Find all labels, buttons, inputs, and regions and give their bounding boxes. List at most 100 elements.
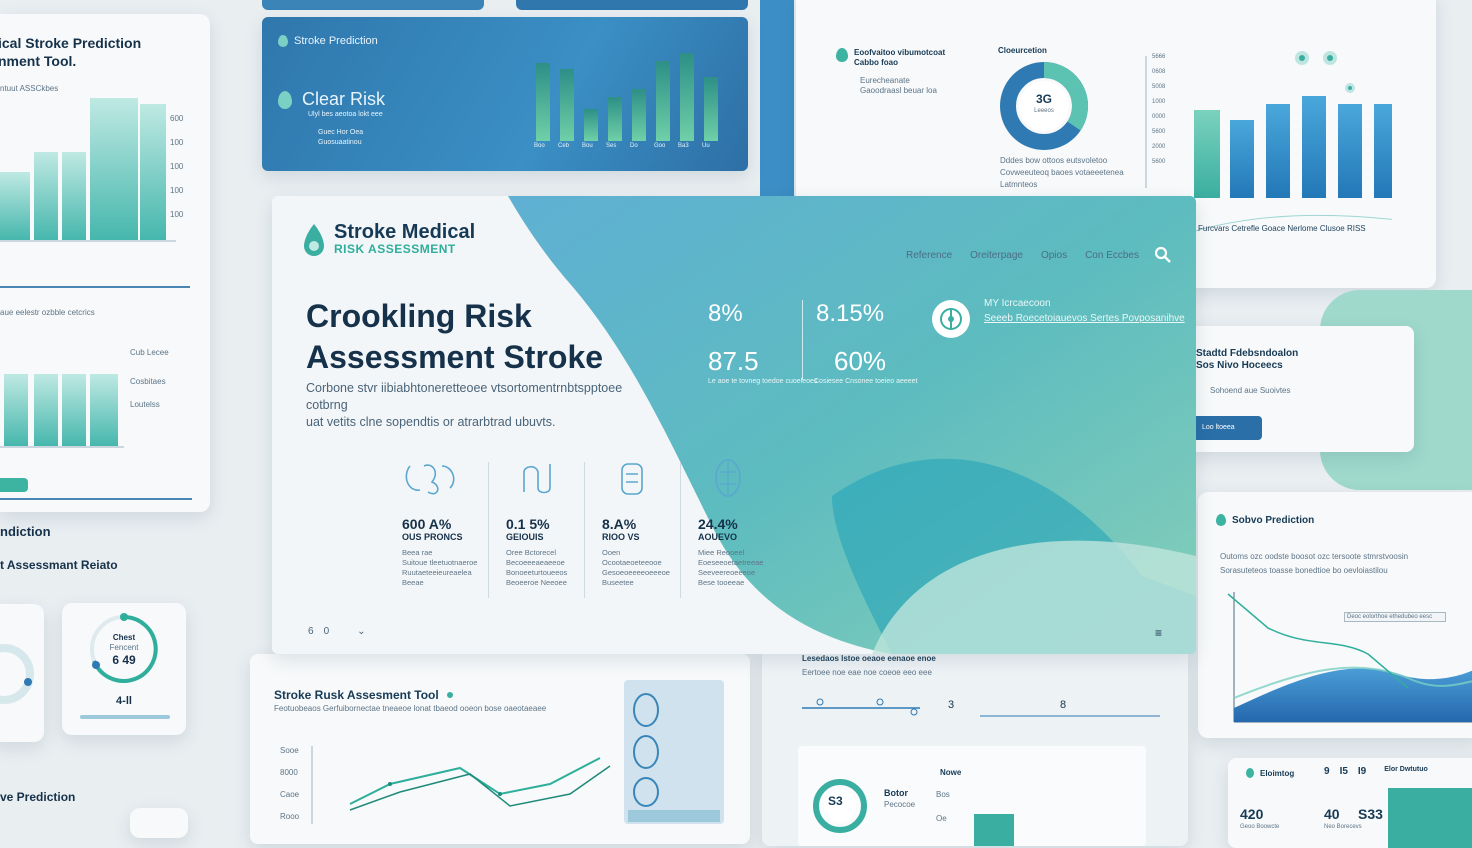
brand-title: Stroke Medical <box>334 221 476 243</box>
metric-value: 8.A% <box>602 516 637 532</box>
metric-divider <box>488 462 489 598</box>
brand-logo-row[interactable]: Stroke Medical RISK ASSESSMENT <box>302 222 475 256</box>
br-value-a: 420 <box>1240 806 1264 822</box>
left-bar-2 <box>34 152 58 240</box>
drop-icon <box>1216 514 1226 526</box>
chart-right-legend: Deoc eolorthoe ethedubeo eesc <box>1344 612 1446 622</box>
chevron-down-icon[interactable]: ⌄ <box>357 626 365 637</box>
br-value: Elor Dwtutuo <box>1384 766 1428 773</box>
stat-separator <box>802 300 803 380</box>
tr-bar <box>1302 96 1326 198</box>
metric-label: Seeveereoeeeoe <box>698 568 756 577</box>
y-tick: Caoe <box>280 790 300 799</box>
blue-x-labels: Boo Ceb Bou Ses Do Goo Ba3 Uu <box>534 143 716 149</box>
vertical-blue-strip <box>760 0 794 196</box>
metric-label: Bonoeeturtoueeos <box>506 568 568 577</box>
hero-headline: Crookling Risk Assessment Stroke <box>306 296 603 378</box>
metric-label: Buseetee <box>602 578 634 587</box>
metric-label: Oree Bctorecel <box>506 548 557 557</box>
y-tick: Sooe <box>280 746 299 755</box>
metric-label: Miee Reooeel <box>698 548 745 557</box>
bottom-mid-card: Stroke Rusk Assesment Tool Feotuobeaos G… <box>250 654 750 844</box>
profile-subtitle[interactable]: Seeeb Roecetoiauevos Sertes Povposanihve <box>984 313 1185 324</box>
stat-value-2: 8.15% <box>816 300 885 327</box>
metric-label: Eoeseeoetaetreeae <box>698 558 764 567</box>
left-panel-title: ical Stroke Prediction nment Tool. <box>0 34 141 70</box>
blue-x-label: Ses <box>606 143 617 149</box>
metric-labels: Ooen Ocootaeoeteeooe Gesoeoeeeeoeeeoe Bu… <box>602 548 692 588</box>
gauge-foot-bar <box>80 715 170 719</box>
tr-bar <box>1374 104 1392 198</box>
metric-value: 24.4% <box>698 516 738 532</box>
metric-subvalue: RIOO VS <box>602 532 640 542</box>
left-small-bar <box>90 374 118 446</box>
kidney-icon <box>715 459 741 497</box>
drop-icon <box>836 48 848 62</box>
br-values-top: 9 I5 I9 Elor Dwtutuo <box>1324 766 1428 777</box>
metric-label: Ooen <box>602 548 621 557</box>
mid-right-card: Stadtd Fdebsndoalon Sos Nivo Hoceecs Soh… <box>1184 326 1414 452</box>
bottom-mid-line: Feotuobeaos Gerfuibornectae tneaeoe lona… <box>274 704 547 713</box>
left-ytick: 100 <box>170 186 184 195</box>
metric-labels: Beea rae Suitoue tleetuotnaeroe Ruutaete… <box>402 548 492 588</box>
y-tick: Rooo <box>280 812 300 821</box>
top-right-caption: Furcvars Cetrefle Goace Nerlome Clusoe R… <box>1198 224 1366 233</box>
blue-title: Clear Risk <box>302 89 386 109</box>
bottom-mid-line-chart <box>311 746 611 824</box>
top-strip-2 <box>516 0 748 10</box>
top-right-bullet: Dddes bow ottoos eutsvoletoo <box>1000 156 1108 165</box>
footer-counter[interactable]: 0 <box>324 626 330 637</box>
bcr-green-bar <box>974 814 1014 846</box>
donut-chart <box>1000 61 1089 150</box>
footer-page-number[interactable]: 6 <box>308 626 314 637</box>
mid-right-title1: Stadtd Fdebsndoalon <box>1196 348 1299 359</box>
metric-column-1: 600 A% OUS PRONCS Beea rae Suitoue tleet… <box>402 458 492 588</box>
left-bottom-divider <box>0 498 192 500</box>
donut-sub: Leeeos <box>1034 108 1054 114</box>
mid-right-title2: Sos Nivo Hoceecs <box>1196 360 1283 371</box>
nav-item-overview[interactable]: Oreiterpage <box>970 250 1023 261</box>
body-diagram <box>628 693 720 822</box>
left-divider <box>0 286 190 288</box>
bcr-line: Eertoee noe eae noe coeoe eeo eee <box>802 668 932 677</box>
left-yticks: 600 100 100 100 100 <box>170 114 190 234</box>
br-value-b: 40 <box>1324 806 1340 822</box>
drop-icon <box>278 90 292 109</box>
search-icon[interactable] <box>1154 246 1172 264</box>
profile-icon[interactable] <box>932 300 970 338</box>
metric-subvalue: GEIOUIS <box>506 532 544 542</box>
top-nav: Reference Oreiterpage Opios Con Eccbes <box>906 250 1139 261</box>
main-hero-card: Stroke Medical RISK ASSESSMENT Reference… <box>272 196 1196 654</box>
heart-icon <box>621 463 643 495</box>
metric-value: 0.1 5% <box>506 516 550 532</box>
clear-risk-card: Stroke Prediction Clear Risk Ulyl bes ae… <box>262 17 748 171</box>
left-legend-item: Cub Lecee <box>130 348 169 357</box>
blue-x-label: Ba3 <box>678 143 689 149</box>
gauge-card: Chest Fencent 6 49 4-ll <box>62 603 186 735</box>
left-green-button[interactable] <box>0 478 28 492</box>
metric-label: Gesoeoeeeeoeeeoe <box>602 568 670 577</box>
dot-icon <box>446 692 453 698</box>
br-value: I9 <box>1357 766 1367 777</box>
headline-line1: Crookling Risk <box>306 298 532 334</box>
left-small-bar <box>34 374 58 446</box>
blue-line: Ulyl bes aeotoa lokt eee <box>308 111 383 118</box>
right-line-chart <box>1227 592 1472 723</box>
metric-label: Beoeeroe Neeoee <box>506 578 567 587</box>
left-caption: aue eelestr ozbble cetcrics <box>0 308 95 317</box>
stat-value-3: 87.5 <box>708 346 759 376</box>
gauge-sub: Fencent <box>109 643 139 652</box>
headline-line2: Assessment Stroke <box>306 339 604 375</box>
menu-icon[interactable]: ≡ <box>1155 626 1162 640</box>
metric-label: Suitoue tleetuotnaeroe <box>402 558 478 567</box>
description-line1: Corbone stvr iibiabhtoneretteoee vtsorto… <box>306 381 623 412</box>
bcr-low-c1: Bos <box>936 790 950 799</box>
bcr-low-value: S3 <box>828 794 843 808</box>
blue-title-row: Clear Risk <box>278 89 385 110</box>
nav-item-options[interactable]: Opios <box>1041 250 1067 261</box>
left-bar-4 <box>90 98 138 240</box>
nav-item-reference[interactable]: Reference <box>906 250 952 261</box>
nav-item-contact[interactable]: Con Eccbes <box>1085 250 1139 261</box>
stat-value-4: 60% <box>834 346 887 376</box>
blue-x-label: Do <box>630 143 638 149</box>
